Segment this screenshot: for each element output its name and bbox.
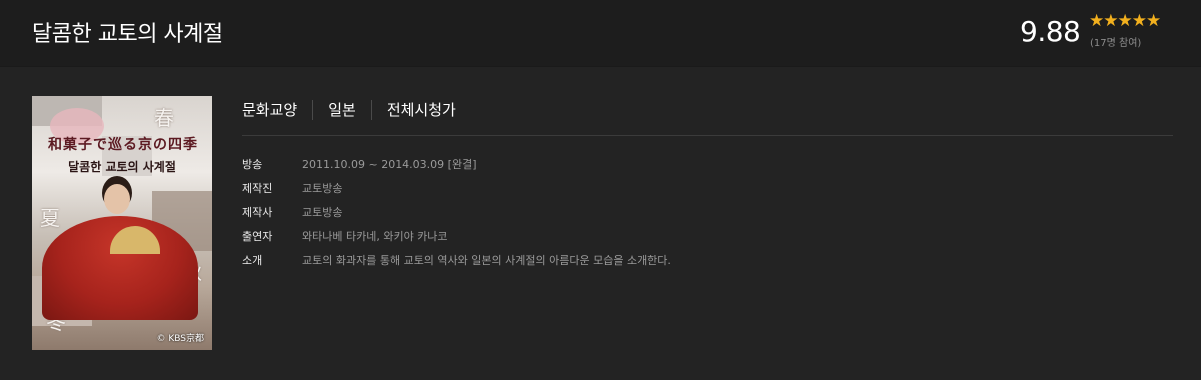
info-label: 소개 [242, 254, 263, 267]
category-tags: 문화교양 일본 전체시청가 [242, 100, 471, 120]
info-label: 제작진 [242, 182, 273, 195]
rating-participants: (17명 참여) [1090, 38, 1142, 49]
rating-stars[interactable]: ★★★★★ [1089, 11, 1161, 31]
poster-season-summer: 夏 [40, 206, 60, 230]
info-label: 출연자 [242, 230, 273, 243]
info-label: 방송 [242, 158, 263, 171]
page-title: 달콤한 교토의 사계절 [32, 22, 223, 47]
poster-copyright: © KBS京都 [156, 334, 205, 344]
info-table: 방송 2011.10.09 ~ 2014.03.09 [완결] 제작진 교토방송… [242, 156, 671, 276]
detail-content: 春 夏 秋 冬 和菓子で巡る京の四季 달콤한 교토의 사계절 © KBS京都 문… [0, 67, 1201, 380]
poster-season-spring: 春 [154, 106, 174, 130]
poster-image: 春 夏 秋 冬 和菓子で巡る京の四季 달콤한 교토의 사계절 © KBS京都 [32, 96, 212, 350]
info-label: 제작사 [242, 206, 273, 219]
info-row-production-company: 제작사 교토방송 [242, 204, 671, 228]
category-age-rating[interactable]: 전체시청가 [370, 100, 471, 120]
info-row-production-staff: 제작진 교토방송 [242, 180, 671, 204]
info-value[interactable]: 교토방송 [302, 204, 342, 220]
info-value[interactable]: 와타나베 타카네, 와키야 카나코 [302, 228, 448, 244]
divider [242, 135, 1173, 136]
info-row-synopsis: 소개 교토의 화과자를 통해 교토의 역사와 일본의 사계절의 아름다운 모습을… [242, 252, 671, 276]
poster-calligraphy: 和菓子で巡る京の四季 [48, 137, 198, 153]
poster-figure-head [104, 184, 130, 214]
info-value: 2011.10.09 ~ 2014.03.09 [완결] [302, 158, 477, 171]
category-country[interactable]: 일본 [312, 100, 371, 120]
title-header: 달콤한 교토의 사계절 9.88 ★★★★★ (17명 참여) [0, 0, 1201, 67]
info-value[interactable]: 교토방송 [302, 180, 342, 196]
rating-score: 9.88 [1020, 15, 1081, 48]
info-row-broadcast: 방송 2011.10.09 ~ 2014.03.09 [완결] [242, 156, 671, 180]
info-value: 교토의 화과자를 통해 교토의 역사와 일본의 사계절의 아름다운 모습을 소개… [302, 254, 671, 267]
category-genre[interactable]: 문화교양 [242, 100, 312, 120]
poster-subtitle: 달콤한 교토의 사계절 [68, 160, 176, 174]
info-row-cast: 출연자 와타나베 타카네, 와키야 카나코 [242, 228, 671, 252]
